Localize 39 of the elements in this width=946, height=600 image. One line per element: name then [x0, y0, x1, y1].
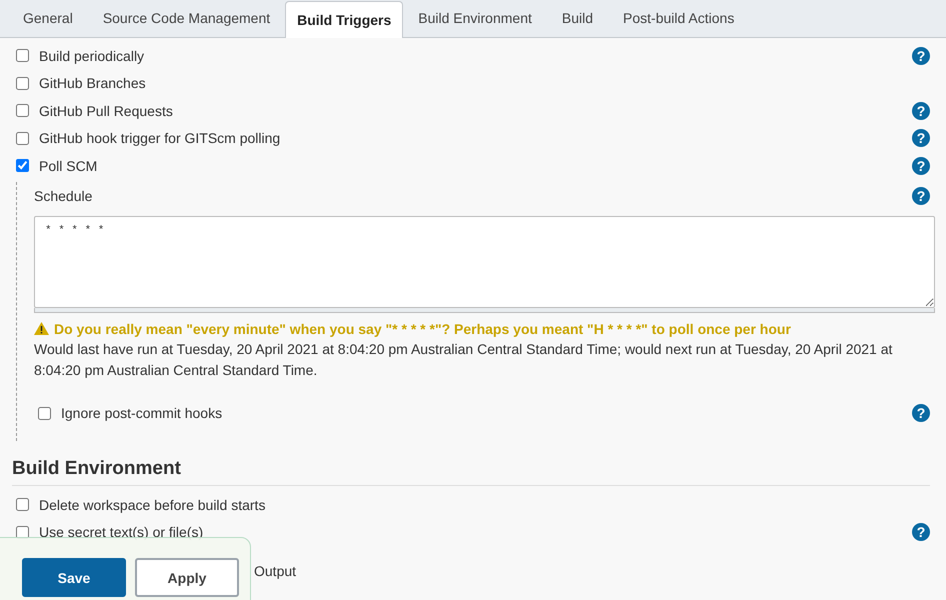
- option-label: Use secret text(s) or file(s): [39, 524, 204, 540]
- apply-button[interactable]: Apply: [135, 558, 239, 597]
- checkbox[interactable]: [16, 104, 29, 118]
- save-button[interactable]: Save: [22, 558, 126, 597]
- checkbox[interactable]: [16, 132, 29, 145]
- help-button[interactable]: ?: [912, 186, 930, 204]
- schedule-info: Would last have run at Tuesday, 20 April 2021 at 8:04:20 pm Australian Central Standard Time; would next run at Tuesday, 20 April 2021 at 8:04:20 pm Australian Central Standard Time.: [34, 340, 894, 380]
- option-label: Build periodically: [39, 48, 144, 64]
- tab[interactable]: General: [8, 1, 88, 35]
- checkbox[interactable]: [16, 49, 29, 62]
- option-label: Poll SCM: [39, 158, 98, 174]
- option-label: GitHub Branches: [39, 75, 146, 92]
- tab[interactable]: Source Code Management: [88, 1, 286, 35]
- help-button[interactable]: ?: [912, 523, 930, 542]
- tab[interactable]: Build Environment: [403, 1, 547, 35]
- section-heading: Build Environment: [12, 458, 930, 486]
- checkbox[interactable]: [16, 159, 29, 172]
- tab[interactable]: Build: [546, 1, 608, 35]
- option-label: Ignore post-commit hooks: [61, 405, 222, 422]
- checkbox[interactable]: [16, 498, 29, 512]
- option-label: Output: [254, 563, 296, 579]
- warning-icon: [34, 322, 49, 335]
- tab[interactable]: Post-build Actions: [608, 1, 750, 35]
- help-button[interactable]: ?: [912, 129, 930, 148]
- option-label: Delete workspace before build starts: [39, 496, 266, 513]
- warning-message: Do you really mean "every minute" when you say "* * * * *"? Perhaps you meant "H * * * *" to poll once per hour: [54, 320, 791, 336]
- option-label: GitHub Pull Requests: [39, 102, 173, 119]
- checkbox[interactable]: [16, 526, 29, 539]
- tab[interactable]: Build Triggers: [285, 1, 404, 38]
- help-button[interactable]: ?: [912, 46, 930, 65]
- help-button[interactable]: ?: [912, 156, 930, 175]
- resize-handle[interactable]: [34, 308, 935, 312]
- checkbox[interactable]: [16, 76, 29, 90]
- option-label: GitHub hook trigger for GITScm polling: [39, 130, 280, 146]
- schedule-label: Schedule: [34, 188, 92, 204]
- help-button[interactable]: ?: [912, 102, 930, 120]
- schedule-field[interactable]: * * * * *: [34, 216, 935, 308]
- checkbox[interactable]: [38, 406, 51, 420]
- help-button[interactable]: ?: [912, 404, 930, 422]
